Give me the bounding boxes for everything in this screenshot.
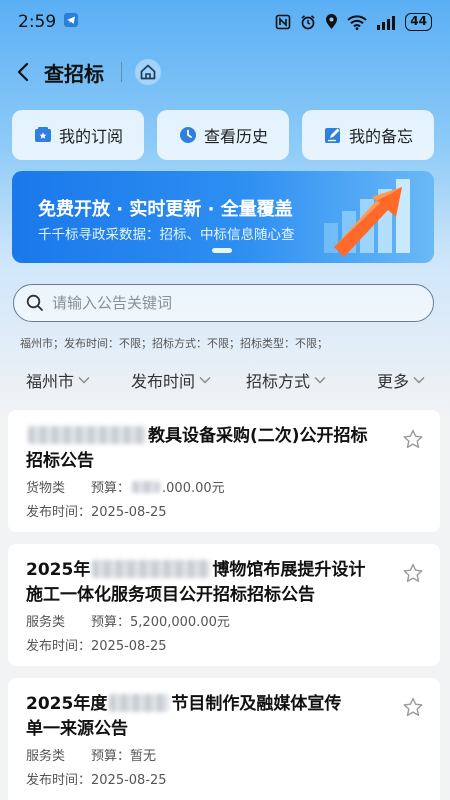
my-memos-button[interactable]: 我的备忘 xyxy=(302,110,434,160)
chevron-left-icon xyxy=(17,62,29,82)
listing-meta: 货物类 预算： .000.00元 xyxy=(26,477,225,496)
filter-more-label: 更多 xyxy=(377,372,410,391)
star-icon[interactable] xyxy=(402,562,424,584)
promo-banner[interactable]: 免费开放 · 实时更新 · 全量覆盖 千千标寻政采数据：招标、中标信息随心查 xyxy=(12,171,434,263)
status-bar: 2:59 44 xyxy=(0,0,450,44)
memo-icon xyxy=(324,128,340,143)
budget-label: 预算： xyxy=(91,481,131,496)
navigation-bar: 查招标 xyxy=(0,48,450,96)
view-history-label: 查看历史 xyxy=(203,127,268,146)
category: 服务类 xyxy=(26,615,66,630)
date-value: 2025-08-25 xyxy=(91,639,167,654)
redacted-text xyxy=(28,426,146,444)
budget-value: .000.00元 xyxy=(162,481,225,496)
wifi-icon xyxy=(347,14,367,30)
filter-publish-time-label: 发布时间 xyxy=(131,372,196,391)
banner-title: 免费开放 · 实时更新 · 全量覆盖 xyxy=(38,199,293,220)
filter-publish-time[interactable]: 发布时间 xyxy=(131,366,211,394)
redacted-text xyxy=(109,694,170,712)
my-memos-label: 我的备忘 xyxy=(348,127,413,146)
budget-value: 5,200,000.00元 xyxy=(130,615,230,630)
filter-bar: 福州市 发布时间 招标方式 更多 xyxy=(0,366,450,394)
listing-date: 发布时间：2025-08-25 xyxy=(26,635,167,654)
search-box[interactable] xyxy=(13,284,434,322)
listing-meta: 服务类 预算：5,200,000.00元 xyxy=(26,611,230,630)
back-button[interactable] xyxy=(8,52,38,92)
status-time: 2:59 xyxy=(18,12,57,32)
listing-title: 2025年度 节目制作及融媒体宣传 单一来源公告 xyxy=(26,694,342,739)
listing-date: 发布时间：2025-08-25 xyxy=(26,501,167,520)
date-label: 发布时间： xyxy=(26,773,92,788)
filter-more[interactable]: 更多 xyxy=(377,366,425,394)
budget-label: 预算： xyxy=(91,615,131,630)
date-value: 2025-08-25 xyxy=(91,505,167,520)
search-icon xyxy=(26,294,43,311)
listing-title: 教具设备采购(二次)公开招标 招标公告 xyxy=(26,426,368,471)
filter-city-label: 福州市 xyxy=(26,372,75,391)
filter-bidding-method[interactable]: 招标方式 xyxy=(246,366,326,394)
chevron-down-icon xyxy=(314,377,326,384)
redacted-text xyxy=(132,481,161,493)
chevron-down-icon xyxy=(413,377,425,384)
telegram-icon xyxy=(64,12,79,32)
budget-label: 预算： xyxy=(91,749,131,764)
chevron-down-icon xyxy=(199,377,211,384)
category: 货物类 xyxy=(26,481,66,496)
carousel-indicator xyxy=(212,248,232,253)
my-subscriptions-button[interactable]: 我的订阅 xyxy=(12,110,144,160)
category: 服务类 xyxy=(26,749,66,764)
subscription-icon xyxy=(34,127,51,142)
list-item[interactable]: 2025年度 节目制作及融媒体宣传 单一来源公告 服务类 预算：暂无 发布时间：20… xyxy=(8,678,440,800)
page-title: 查招标 xyxy=(44,61,104,86)
date-label: 发布时间： xyxy=(26,505,92,520)
nav-divider xyxy=(121,62,122,82)
home-button[interactable] xyxy=(135,59,161,85)
location-icon xyxy=(325,14,338,30)
filter-city[interactable]: 福州市 xyxy=(26,366,90,394)
listing-meta: 服务类 预算：暂无 xyxy=(26,745,156,764)
redacted-text xyxy=(92,560,211,578)
battery-indicator: 44 xyxy=(405,13,432,31)
star-icon[interactable] xyxy=(402,696,424,718)
banner-subtitle: 千千标寻政采数据：招标、中标信息随心查 xyxy=(38,227,295,243)
alarm-icon xyxy=(300,14,316,30)
budget-value: 暂无 xyxy=(130,749,157,764)
list-item[interactable]: 教具设备采购(二次)公开招标 招标公告 货物类 预算： .000.00元 发布时间：… xyxy=(8,410,440,532)
quick-actions: 我的订阅 查看历史 我的备忘 xyxy=(12,110,434,160)
signal-icon xyxy=(376,15,396,30)
listing-date: 发布时间：2025-08-25 xyxy=(26,769,167,788)
view-history-button[interactable]: 查看历史 xyxy=(157,110,289,160)
clock-icon xyxy=(179,127,196,143)
date-value: 2025-08-25 xyxy=(91,773,167,788)
star-icon[interactable] xyxy=(402,428,424,450)
listing-title: 2025年 博物馆布展提升设计 施工一体化服务项目公开招标招标公告 xyxy=(26,560,366,605)
carousel-dot xyxy=(212,248,232,253)
filter-summary: 福州市；发布时间：不限；招标方式：不限；招标类型：不限； xyxy=(20,337,328,350)
nfc-icon xyxy=(275,14,291,30)
rising-arrow-chart-icon xyxy=(324,179,410,257)
home-icon xyxy=(140,64,156,80)
list-item[interactable]: 2025年 博物馆布展提升设计 施工一体化服务项目公开招标招标公告 服务类 预算：5… xyxy=(8,544,440,666)
date-label: 发布时间： xyxy=(26,639,92,654)
chevron-down-icon xyxy=(78,377,90,384)
search-input[interactable] xyxy=(52,294,392,312)
my-subscriptions-label: 我的订阅 xyxy=(58,127,123,146)
filter-bidding-method-label: 招标方式 xyxy=(246,372,311,391)
